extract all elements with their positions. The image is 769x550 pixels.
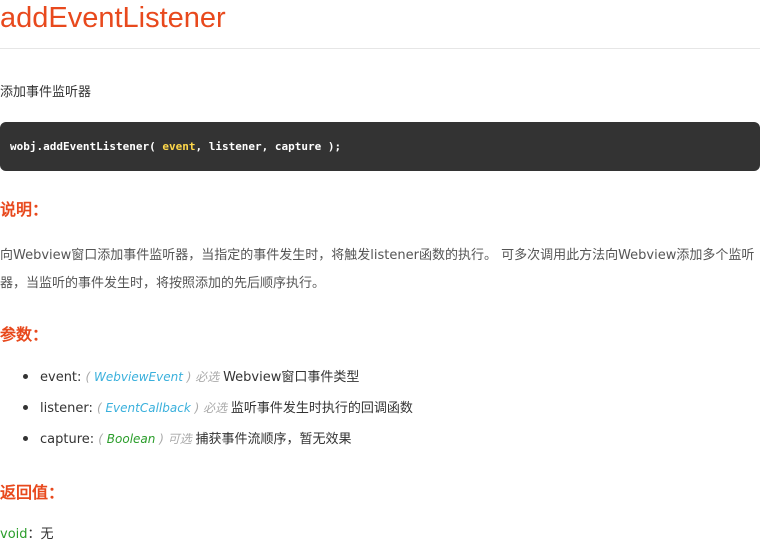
returns-line: void：无 bbox=[0, 526, 54, 544]
code-prefix: wobj.addEventListener( bbox=[10, 140, 163, 153]
param-name: capture: bbox=[40, 432, 99, 447]
param-type: Boolean bbox=[106, 432, 156, 446]
param-item-listener: listener: ( EventCallback ) 必选 监听事件发生时执行… bbox=[0, 395, 413, 426]
param-close-paren: ) bbox=[155, 432, 164, 446]
param-open-paren: ( bbox=[98, 432, 107, 446]
param-required: 必选 bbox=[199, 401, 231, 415]
param-open-paren: ( bbox=[85, 370, 95, 384]
param-item-event: event: ( WebviewEvent ) 必选 Webview窗口事件类型 bbox=[0, 364, 413, 395]
return-separator: ： bbox=[27, 527, 41, 542]
code-param-event: event bbox=[162, 140, 196, 153]
param-name: event: bbox=[40, 370, 86, 385]
param-desc: 监听事件发生时执行的回调函数 bbox=[230, 401, 413, 416]
bullet-icon bbox=[23, 374, 28, 379]
param-optional: 可选 bbox=[163, 432, 196, 446]
param-required: 必选 bbox=[191, 370, 224, 384]
intro-text: 添加事件监听器 bbox=[0, 85, 92, 100]
returns-heading: 返回值： bbox=[0, 483, 65, 502]
params-heading: 参数： bbox=[0, 325, 49, 344]
param-list: event: ( WebviewEvent ) 必选 Webview窗口事件类型… bbox=[0, 364, 413, 457]
param-desc: Webview窗口事件类型 bbox=[223, 370, 360, 385]
param-item-capture: capture: ( Boolean ) 可选 捕获事件流顺序，暂无效果 bbox=[0, 426, 413, 457]
description-text: 向Webview窗口添加事件监听器，当指定的事件发生时，将触发listener函… bbox=[0, 248, 755, 291]
param-close-paren: ) bbox=[190, 401, 200, 415]
return-desc: 无 bbox=[40, 527, 54, 542]
code-rest: , listener, capture ); bbox=[195, 140, 342, 153]
bullet-icon bbox=[23, 405, 28, 410]
param-type-link[interactable]: WebviewEvent bbox=[94, 370, 183, 384]
page-title: addEventListener bbox=[0, 2, 226, 34]
code-block: wobj.addEventListener( event, listener, … bbox=[0, 122, 760, 171]
param-name: listener: bbox=[40, 401, 97, 416]
param-type-link[interactable]: EventCallback bbox=[105, 401, 190, 415]
description-heading: 说明： bbox=[0, 200, 49, 219]
bullet-icon bbox=[23, 436, 28, 441]
return-type: void bbox=[0, 527, 28, 542]
title-divider bbox=[0, 48, 760, 49]
param-desc: 捕获事件流顺序，暂无效果 bbox=[195, 432, 352, 447]
